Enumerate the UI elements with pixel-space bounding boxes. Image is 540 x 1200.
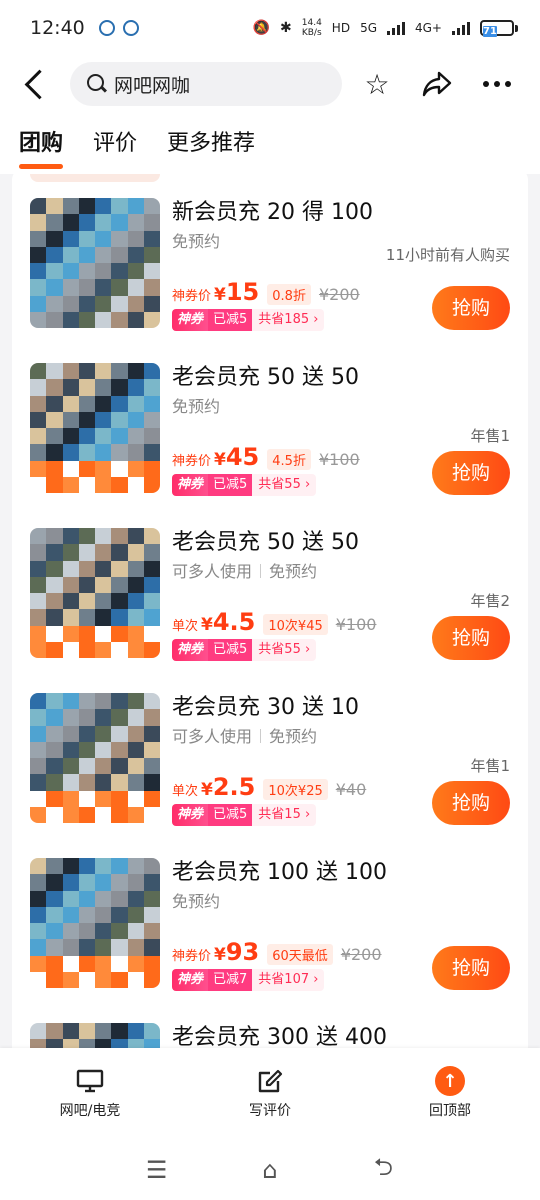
search-icon: [86, 73, 108, 95]
home-icon[interactable]: ⌂: [250, 1150, 290, 1190]
deal-price: 15: [225, 278, 260, 306]
original-price: ¥200: [340, 945, 382, 964]
original-price: ¥200: [318, 285, 360, 304]
discount-badge: 4.5折: [267, 449, 311, 470]
bottom-item-back-to-top[interactable]: ↑ 回顶部: [360, 1048, 540, 1140]
coupon-badge: 神券 已减5 共省185 ›: [172, 309, 325, 331]
deal-price: 4.5: [212, 608, 256, 636]
price-row: 单次 ¥ 4.5 10次¥45 ¥100: [172, 608, 377, 636]
deal-title: 老会员充 300 送 400: [172, 1025, 387, 1050]
bluetooth-icon: ✱: [280, 20, 292, 36]
buy-button[interactable]: 抢购: [432, 781, 510, 825]
bottom-item-write-review[interactable]: 写评价: [180, 1048, 360, 1140]
buy-button[interactable]: 抢购: [432, 286, 510, 330]
system-nav-bar: ☰ ⌂ ⮌: [0, 1140, 540, 1200]
search-input[interactable]: 网吧网咖: [70, 62, 342, 106]
coupon-badge: 神券 已减5 共省55 ›: [172, 474, 317, 496]
coupon-badge: 神券 已减5 共省55 ›: [172, 639, 317, 661]
deal-price: 45: [225, 443, 260, 471]
net-5g: 5G: [360, 21, 377, 35]
original-price: ¥100: [335, 615, 377, 634]
bottom-item-internet-cafe[interactable]: 网吧/电竞: [0, 1048, 180, 1140]
status-bar: 12:40 🔕 ✱ 14.4 KB/s HD 5G 4G+ 71: [0, 0, 540, 56]
battery-level: 71: [483, 26, 497, 37]
status-indicators: 🔕 ✱ 14.4 KB/s HD 5G 4G+ 71: [253, 18, 518, 38]
deal-tags: 免预约: [172, 232, 221, 251]
mute-icon: 🔕: [252, 20, 271, 36]
coupon-badge: 神券 已减7 共省107 ›: [172, 969, 325, 991]
deal-list: 新会员充 20 得 100 免预约 11小时前有人购买 神券价 ¥ 15 0.8…: [0, 174, 540, 1054]
deal-item[interactable]: 老会员充 300 送 400: [12, 993, 528, 1054]
price-row: 神券价 ¥ 45 4.5折 ¥100: [172, 443, 360, 471]
edit-review-icon: [255, 1066, 285, 1096]
app-notification-icon: [98, 20, 115, 36]
discount-badge: 10次¥45: [263, 614, 328, 635]
battery-icon: 71: [480, 20, 518, 37]
deal-price: 2.5: [212, 773, 256, 801]
tab-reviews[interactable]: 评价: [93, 125, 137, 161]
net-speed: 14.4 KB/s: [301, 18, 322, 38]
deal-item[interactable]: 老会员充 100 送 100 免预约 神券价 ¥ 93 60天最低 ¥200 神…: [12, 828, 528, 993]
tab-bar: 团购 评价 更多推荐: [0, 112, 540, 174]
discount-badge: 10次¥25: [263, 779, 328, 800]
menu-icon[interactable]: ☰: [137, 1150, 177, 1190]
buy-button[interactable]: 抢购: [432, 451, 510, 495]
tab-group-buy[interactable]: 团购: [19, 125, 63, 169]
back-icon[interactable]: ⮌: [363, 1150, 403, 1190]
back-to-top-icon: ↑: [435, 1066, 465, 1096]
tab-more-recommend[interactable]: 更多推荐: [167, 125, 255, 161]
back-arrow-icon[interactable]: [12, 59, 62, 109]
deal-sold: 年售2: [470, 592, 510, 610]
deal-title: 老会员充 100 送 100: [172, 860, 387, 885]
price-row: 神券价 ¥ 15 0.8折 ¥200: [172, 278, 360, 306]
buy-button[interactable]: 抢购: [432, 946, 510, 990]
deal-title: 老会员充 50 送 50: [172, 530, 359, 555]
share-icon[interactable]: [414, 61, 460, 107]
search-text: 网吧网咖: [114, 74, 191, 97]
deal-item[interactable]: 老会员充 50 送 50 可多人使用 免预约 年售2 单次 ¥ 4.5 10次¥4…: [12, 498, 528, 663]
coupon-badge: 神券 已减5 共省15 ›: [172, 804, 317, 826]
star-icon[interactable]: ☆: [354, 61, 400, 107]
deal-thumbnail: [30, 198, 160, 328]
price-row: 神券价 ¥ 93 60天最低 ¥200: [172, 938, 382, 966]
discount-badge: 60天最低: [267, 944, 333, 965]
deal-tags: 可多人使用 免预约: [172, 562, 318, 581]
price-row: 单次 ¥ 2.5 10次¥25 ¥40: [172, 773, 367, 801]
monitor-icon: [75, 1066, 105, 1096]
signal-icon: [452, 21, 470, 35]
deal-sold: 年售1: [470, 757, 510, 775]
buy-button[interactable]: 抢购: [432, 616, 510, 660]
deal-item[interactable]: 老会员充 30 送 10 可多人使用 免预约 年售1 单次 ¥ 2.5 10次¥2…: [12, 663, 528, 828]
deal-thumbnail: [30, 858, 160, 988]
deal-thumbnail: [30, 528, 160, 658]
deal-tags: 免预约: [172, 892, 221, 911]
more-icon[interactable]: [474, 61, 520, 107]
net-4g: 4G+: [415, 21, 442, 35]
status-app-icons: [98, 20, 139, 36]
bottom-action-bar: 网吧/电竞 写评价 ↑ 回顶部: [0, 1048, 540, 1140]
deal-sold: 11小时前有人购买: [385, 246, 510, 264]
deal-item[interactable]: 老会员充 50 送 50 免预约 年售1 神券价 ¥ 45 4.5折 ¥100 …: [12, 333, 528, 498]
deal-thumbnail: [30, 363, 160, 493]
deal-sold: 年售1: [470, 427, 510, 445]
deal-title: 老会员充 50 送 50: [172, 365, 359, 390]
deal-thumbnail: [30, 693, 160, 823]
deal-card: 新会员充 20 得 100 免预约 11小时前有人购买 神券价 ¥ 15 0.8…: [12, 174, 528, 1054]
deal-title: 老会员充 30 送 10: [172, 695, 359, 720]
signal-icon: [387, 21, 405, 35]
status-time: 12:40: [30, 17, 85, 39]
hd-badge: HD: [331, 21, 351, 35]
deal-title: 新会员充 20 得 100: [172, 200, 373, 225]
deal-price: 93: [225, 938, 260, 966]
header-actions: ☆: [354, 61, 520, 107]
deal-tags: 免预约: [172, 397, 221, 416]
deal-item[interactable]: 新会员充 20 得 100 免预约 11小时前有人购买 神券价 ¥ 15 0.8…: [12, 174, 528, 333]
app-notification-icon: [122, 20, 139, 36]
original-price: ¥100: [318, 450, 360, 469]
deal-tags: 可多人使用 免预约: [172, 727, 318, 746]
header: 网吧网咖 ☆: [0, 56, 540, 112]
discount-badge: 0.8折: [267, 284, 311, 305]
original-price: ¥40: [335, 780, 367, 799]
